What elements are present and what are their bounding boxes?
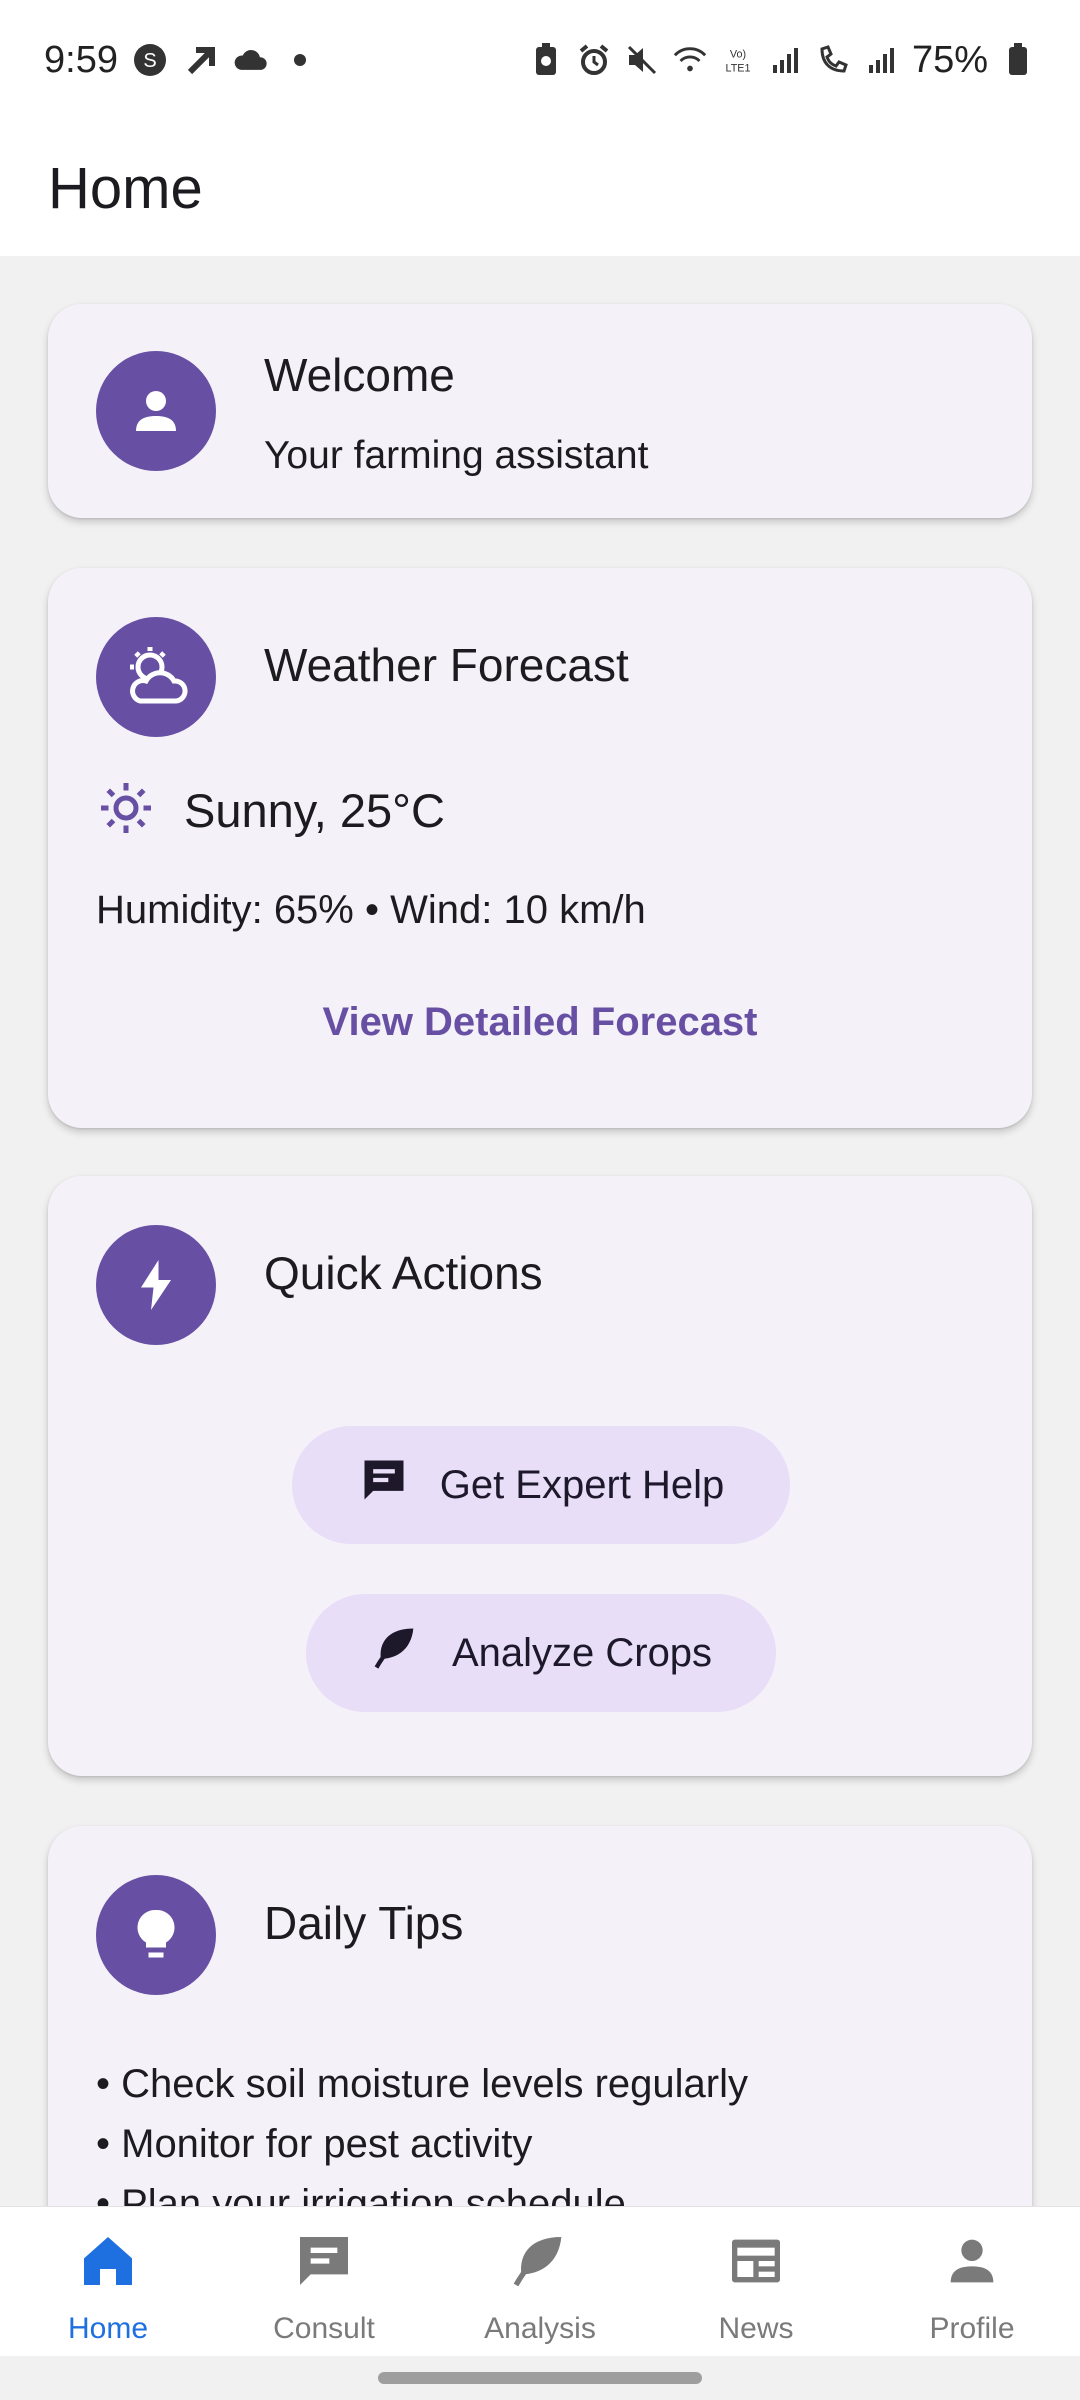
battery-percent: 75% <box>911 38 988 81</box>
view-forecast-button[interactable]: View Detailed Forecast <box>48 1000 1032 1045</box>
tips-list: • Check soil moisture levels regularly •… <box>96 2054 748 2206</box>
daily-tips-title: Daily Tips <box>264 1897 464 1949</box>
lightbulb-icon <box>96 1875 216 1995</box>
nav-home-label: Home <box>67 2312 149 2345</box>
nav-analysis-label: Analysis <box>484 2312 596 2345</box>
volte-icon: Vo) LTE1 <box>720 42 756 78</box>
home-content[interactable]: Welcome Your farming assistant Weather F… <box>0 256 1080 2206</box>
welcome-card: Welcome Your farming assistant <box>48 304 1032 518</box>
weather-card: Weather Forecast Sunny, 25°C Humidity: 6… <box>48 568 1032 1128</box>
status-time: 9:59 <box>44 38 118 81</box>
weather-condition-row: Sunny, 25°C <box>96 778 445 843</box>
nav-profile-label: Profile <box>929 2312 1015 2345</box>
list-item: • Check soil moisture levels regularly <box>96 2062 749 2106</box>
nav-home[interactable]: Home <box>0 2207 216 2356</box>
cloud-icon <box>232 42 268 78</box>
home-icon <box>76 2229 140 2298</box>
person-icon <box>940 2229 1004 2298</box>
welcome-title: Welcome <box>264 349 455 401</box>
leaf-icon <box>508 2229 572 2298</box>
bottom-navigation: Home Consult Analysis News Profile <box>0 2206 1080 2356</box>
nav-consult[interactable]: Consult <box>216 2207 432 2356</box>
partly-cloudy-icon <box>96 617 216 737</box>
wifi-calling-icon <box>816 42 852 78</box>
chat-icon <box>358 1454 410 1516</box>
nav-news[interactable]: News <box>648 2207 864 2356</box>
list-item: • Monitor for pest activity <box>96 2122 533 2166</box>
get-expert-help-label: Get Expert Help <box>439 1462 725 1507</box>
person-icon <box>96 351 216 471</box>
analyze-crops-button[interactable]: Analyze Crops <box>306 1594 776 1712</box>
nav-profile[interactable]: Profile <box>864 2207 1080 2356</box>
app-bar: Home <box>0 120 1080 256</box>
analyze-crops-label: Analyze Crops <box>451 1630 713 1675</box>
s-circle-icon: S <box>132 42 168 78</box>
mute-icon <box>624 42 660 78</box>
signal-icon <box>864 42 900 78</box>
battery-icon <box>1000 42 1036 78</box>
svg-text:S: S <box>143 50 156 72</box>
quick-actions-card: Quick Actions Get Expert Help Analyze Cr… <box>48 1176 1032 1776</box>
daily-tips-card: Daily Tips • Check soil moisture levels … <box>48 1826 1032 2206</box>
list-item: • Plan your irrigation schedule <box>96 2182 626 2206</box>
svg-text:LTE1: LTE1 <box>725 63 750 75</box>
svg-text:Vo): Vo) <box>730 48 746 60</box>
nav-news-label: News <box>718 2312 794 2345</box>
weather-title: Weather Forecast <box>264 639 629 691</box>
alarm-icon <box>576 42 612 78</box>
sun-icon <box>96 778 156 843</box>
bolt-icon <box>96 1225 216 1345</box>
weather-condition: Sunny, 25°C <box>184 784 445 837</box>
dot-icon <box>282 42 318 78</box>
leaf-icon <box>370 1622 422 1684</box>
nav-consult-label: Consult <box>273 2312 375 2345</box>
gesture-handle[interactable] <box>378 2372 702 2384</box>
arrow-up-right-icon <box>182 42 218 78</box>
quick-actions-title: Quick Actions <box>264 1247 543 1299</box>
chat-icon <box>292 2229 356 2298</box>
newspaper-icon <box>724 2229 788 2298</box>
status-bar: 9:59 S Vo) LTE1 75% <box>0 0 1080 120</box>
wifi-icon <box>672 42 708 78</box>
battery-saver-icon <box>528 42 564 78</box>
weather-details: Humidity: 65% • Wind: 10 km/h <box>96 888 646 932</box>
get-expert-help-button[interactable]: Get Expert Help <box>292 1426 790 1544</box>
nav-analysis[interactable]: Analysis <box>432 2207 648 2356</box>
page-title: Home <box>48 155 203 221</box>
signal-icon <box>768 42 804 78</box>
welcome-subtitle: Your farming assistant <box>264 434 649 477</box>
